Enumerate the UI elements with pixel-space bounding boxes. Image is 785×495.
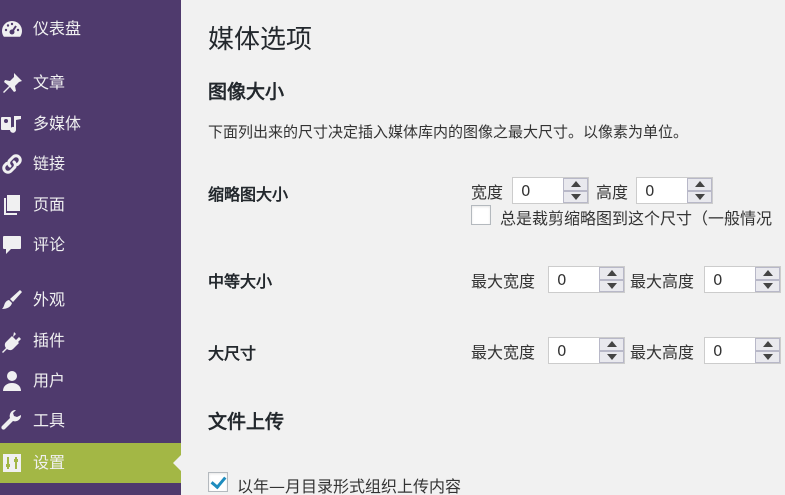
media-icon [0,112,24,136]
organize-uploads-checkbox[interactable] [208,472,228,492]
dashboard-icon [0,17,24,41]
thumbnail-width-input[interactable] [512,177,589,204]
decrement-button[interactable] [599,279,624,292]
arrow-up-icon [762,270,773,277]
thumbnail-width-stepper[interactable] [563,178,588,203]
pages-icon [0,193,24,217]
medium-width-label: 最大宽度 [471,272,536,291]
arrow-down-icon [694,193,705,200]
large-height-input[interactable] [704,337,781,364]
arrow-up-icon [606,341,617,348]
large-height-field[interactable] [705,338,755,363]
sidebar-item-label: 插件 [33,331,66,350]
medium-size-label: 中等大小 [208,272,273,291]
wrench-icon [0,409,24,433]
sidebar-item-label: 用户 [33,371,66,390]
arrow-down-icon [570,193,581,200]
admin-sidebar: 仪表盘 文章 多媒体 链接 页面 评论 外观 插件 用户 工具 设置 [0,0,181,495]
arrow-up-icon [606,270,617,277]
user-icon [0,369,24,393]
sidebar-item-label: 设置 [33,453,66,472]
decrement-button[interactable] [563,190,588,203]
comment-icon [0,233,24,257]
sidebar-item-media[interactable]: 多媒体 [0,104,181,144]
medium-width-input[interactable] [548,266,625,293]
large-height-label: 最大高度 [630,343,695,362]
link-icon [0,152,24,176]
sidebar-item-dashboard[interactable]: 仪表盘 [0,9,181,49]
thumbnail-width-label: 宽度 [471,183,504,202]
medium-width-field[interactable] [549,267,599,292]
sidebar-item-posts[interactable]: 文章 [0,63,181,103]
increment-button[interactable] [755,267,780,280]
arrow-down-icon [606,282,617,289]
medium-height-stepper[interactable] [755,267,780,292]
image-sizes-heading: 图像大小 [208,81,285,103]
medium-height-input[interactable] [704,266,781,293]
medium-height-field[interactable] [705,267,755,292]
arrow-up-icon [762,341,773,348]
large-width-input[interactable] [548,337,625,364]
image-sizes-description: 下面列出来的尺寸决定插入媒体库内的图像之最大尺寸。以像素为单位。 [208,123,689,141]
increment-button[interactable] [599,338,624,351]
large-width-stepper[interactable] [599,338,624,363]
sidebar-item-tools[interactable]: 工具 [0,401,181,441]
page-title: 媒体选项 [208,25,313,55]
sidebar-item-users[interactable]: 用户 [0,361,181,401]
sidebar-item-label: 链接 [33,154,66,173]
sidebar-item-settings[interactable]: 设置 [0,443,181,483]
decrement-button[interactable] [755,350,780,363]
large-width-field[interactable] [549,338,599,363]
thumbnail-size-label: 缩略图大小 [208,185,289,204]
uploads-heading: 文件上传 [208,411,285,433]
sidebar-item-label: 外观 [33,290,66,309]
sidebar-item-label: 评论 [33,235,66,254]
sidebar-item-appearance[interactable]: 外观 [0,280,181,320]
arrow-down-icon [606,353,617,360]
increment-button[interactable] [755,338,780,351]
medium-width-stepper[interactable] [599,267,624,292]
sidebar-item-label: 工具 [33,411,66,430]
pin-icon [0,71,24,95]
crop-thumbnail-label: 总是裁剪缩略图到这个尺寸（一般情况 [500,209,773,228]
arrow-down-icon [762,282,773,289]
thumbnail-height-label: 高度 [596,183,629,202]
sidebar-item-comments[interactable]: 评论 [0,225,181,265]
settings-icon [0,451,24,475]
large-height-stepper[interactable] [755,338,780,363]
increment-button[interactable] [563,178,588,191]
sidebar-item-label: 仪表盘 [33,19,82,38]
decrement-button[interactable] [755,279,780,292]
sidebar-item-label: 文章 [33,73,66,92]
decrement-button[interactable] [599,350,624,363]
arrow-up-icon [570,181,581,188]
organize-uploads-label: 以年—月目录形式组织上传内容 [237,477,462,495]
brush-icon [0,288,24,312]
sidebar-item-plugins[interactable]: 插件 [0,321,181,361]
decrement-button[interactable] [687,190,712,203]
increment-button[interactable] [687,178,712,191]
thumbnail-height-field[interactable] [637,178,687,203]
increment-button[interactable] [599,267,624,280]
sidebar-item-label: 多媒体 [33,114,82,133]
media-settings-page: 媒体选项 图像大小 下面列出来的尺寸决定插入媒体库内的图像之最大尺寸。以像素为单… [181,0,785,495]
plugin-icon [0,329,24,353]
arrow-down-icon [762,353,773,360]
medium-height-label: 最大高度 [630,272,695,291]
large-width-label: 最大宽度 [471,343,536,362]
sidebar-item-links[interactable]: 链接 [0,144,181,184]
crop-thumbnail-checkbox[interactable] [471,205,491,225]
sidebar-item-pages[interactable]: 页面 [0,185,181,225]
thumbnail-width-field[interactable] [513,178,563,203]
arrow-up-icon [694,181,705,188]
thumbnail-height-stepper[interactable] [687,178,712,203]
thumbnail-height-input[interactable] [636,177,713,204]
sidebar-item-label: 页面 [33,195,66,214]
large-size-label: 大尺寸 [208,344,257,363]
